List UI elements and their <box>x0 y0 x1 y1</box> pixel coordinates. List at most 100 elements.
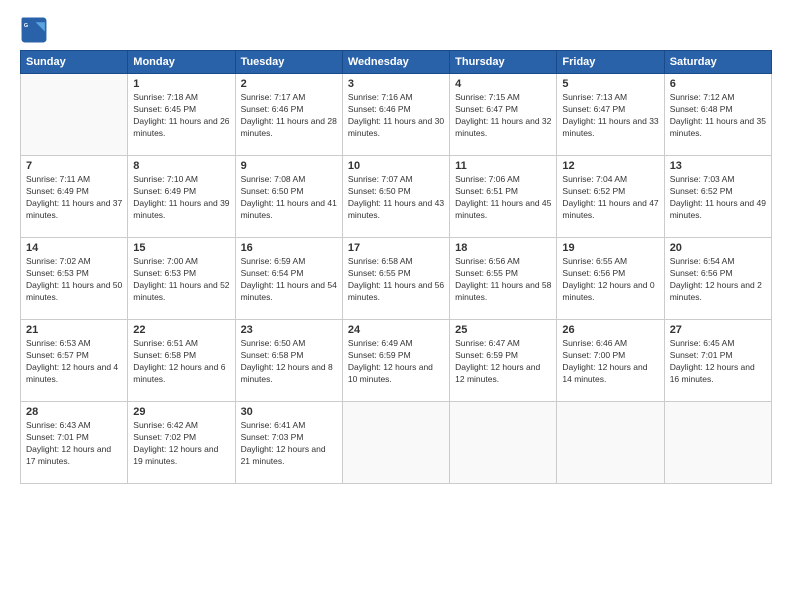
table-row: 15 Sunrise: 7:00 AMSunset: 6:53 PMDayligh… <box>128 238 235 320</box>
table-row <box>450 402 557 484</box>
day-number: 29 <box>133 406 229 418</box>
header-wednesday: Wednesday <box>342 51 449 74</box>
day-info: Sunrise: 6:50 AMSunset: 6:58 PMDaylight:… <box>241 338 337 386</box>
table-row: 16 Sunrise: 6:59 AMSunset: 6:54 PMDayligh… <box>235 238 342 320</box>
header-saturday: Saturday <box>664 51 771 74</box>
calendar-week-row: 21 Sunrise: 6:53 AMSunset: 6:57 PMDayligh… <box>21 320 772 402</box>
day-info: Sunrise: 6:59 AMSunset: 6:54 PMDaylight:… <box>241 256 337 304</box>
table-row: 22 Sunrise: 6:51 AMSunset: 6:58 PMDayligh… <box>128 320 235 402</box>
header: G <box>20 16 772 44</box>
day-number: 25 <box>455 324 551 336</box>
day-info: Sunrise: 6:42 AMSunset: 7:02 PMDaylight:… <box>133 420 229 468</box>
table-row: 17 Sunrise: 6:58 AMSunset: 6:55 PMDayligh… <box>342 238 449 320</box>
day-info: Sunrise: 6:51 AMSunset: 6:58 PMDaylight:… <box>133 338 229 386</box>
table-row: 12 Sunrise: 7:04 AMSunset: 6:52 PMDayligh… <box>557 156 664 238</box>
day-info: Sunrise: 6:49 AMSunset: 6:59 PMDaylight:… <box>348 338 444 386</box>
day-number: 14 <box>26 242 122 254</box>
table-row: 4Sunrise: 7:15 AMSunset: 6:47 PMDaylight… <box>450 74 557 156</box>
page: G Sunday Monday Tuesday Wednesday Thursd… <box>0 0 792 612</box>
day-number: 16 <box>241 242 337 254</box>
logo-icon: G <box>20 16 48 44</box>
day-info: Sunrise: 7:00 AMSunset: 6:53 PMDaylight:… <box>133 256 229 304</box>
table-row: 21 Sunrise: 6:53 AMSunset: 6:57 PMDayligh… <box>21 320 128 402</box>
day-number: 30 <box>241 406 337 418</box>
day-number: 19 <box>562 242 658 254</box>
table-row: 2 Sunrise: 7:17 AMSunset: 6:46 PMDaylight… <box>235 74 342 156</box>
table-row: 26 Sunrise: 6:46 AMSunset: 7:00 PMDayligh… <box>557 320 664 402</box>
day-info: Sunrise: 7:17 AMSunset: 6:46 PMDaylight:… <box>241 92 337 140</box>
day-number: 2 <box>241 78 337 90</box>
day-number: 15 <box>133 242 229 254</box>
day-number: 24 <box>348 324 444 336</box>
calendar-week-row: 28 Sunrise: 6:43 AMSunset: 7:01 PMDayligh… <box>21 402 772 484</box>
day-number: 20 <box>670 242 766 254</box>
day-info: Sunrise: 7:03 AMSunset: 6:52 PMDaylight:… <box>670 174 766 222</box>
header-sunday: Sunday <box>21 51 128 74</box>
day-info: Sunrise: 6:53 AMSunset: 6:57 PMDaylight:… <box>26 338 122 386</box>
calendar-header-row: Sunday Monday Tuesday Wednesday Thursday… <box>21 51 772 74</box>
svg-text:G: G <box>24 23 28 29</box>
day-info: Sunrise: 7:08 AMSunset: 6:50 PMDaylight:… <box>241 174 337 222</box>
day-info: Sunrise: 7:02 AMSunset: 6:53 PMDaylight:… <box>26 256 122 304</box>
day-number: 13 <box>670 160 766 172</box>
day-info: Sunrise: 7:04 AMSunset: 6:52 PMDaylight:… <box>562 174 658 222</box>
calendar-week-row: 7Sunrise: 7:11 AMSunset: 6:49 PMDaylight… <box>21 156 772 238</box>
day-number: 1 <box>133 78 229 90</box>
day-info: Sunrise: 7:15 AMSunset: 6:47 PMDaylight:… <box>455 92 551 140</box>
table-row: 29 Sunrise: 6:42 AMSunset: 7:02 PMDayligh… <box>128 402 235 484</box>
day-number: 5 <box>562 78 658 90</box>
day-info: Sunrise: 7:06 AMSunset: 6:51 PMDaylight:… <box>455 174 551 222</box>
table-row: 20 Sunrise: 6:54 AMSunset: 6:56 PMDayligh… <box>664 238 771 320</box>
table-row: 1 Sunrise: 7:18 AMSunset: 6:45 PMDaylight… <box>128 74 235 156</box>
table-row: 24 Sunrise: 6:49 AMSunset: 6:59 PMDayligh… <box>342 320 449 402</box>
day-number: 17 <box>348 242 444 254</box>
table-row: 7Sunrise: 7:11 AMSunset: 6:49 PMDaylight… <box>21 156 128 238</box>
day-info: Sunrise: 7:18 AMSunset: 6:45 PMDaylight:… <box>133 92 229 140</box>
day-number: 7 <box>26 160 122 172</box>
logo: G <box>20 16 52 44</box>
day-number: 11 <box>455 160 551 172</box>
table-row <box>21 74 128 156</box>
calendar-table: Sunday Monday Tuesday Wednesday Thursday… <box>20 50 772 484</box>
day-info: Sunrise: 6:54 AMSunset: 6:56 PMDaylight:… <box>670 256 766 304</box>
day-number: 3 <box>348 78 444 90</box>
header-friday: Friday <box>557 51 664 74</box>
header-monday: Monday <box>128 51 235 74</box>
day-info: Sunrise: 6:45 AMSunset: 7:01 PMDaylight:… <box>670 338 766 386</box>
day-number: 28 <box>26 406 122 418</box>
table-row: 3 Sunrise: 7:16 AMSunset: 6:46 PMDaylight… <box>342 74 449 156</box>
day-number: 21 <box>26 324 122 336</box>
day-info: Sunrise: 7:10 AMSunset: 6:49 PMDaylight:… <box>133 174 229 222</box>
day-info: Sunrise: 6:56 AMSunset: 6:55 PMDaylight:… <box>455 256 551 304</box>
day-info: Sunrise: 6:46 AMSunset: 7:00 PMDaylight:… <box>562 338 658 386</box>
day-number: 12 <box>562 160 658 172</box>
day-info: Sunrise: 6:43 AMSunset: 7:01 PMDaylight:… <box>26 420 122 468</box>
table-row: 30 Sunrise: 6:41 AMSunset: 7:03 PMDayligh… <box>235 402 342 484</box>
table-row: 25Sunrise: 6:47 AMSunset: 6:59 PMDayligh… <box>450 320 557 402</box>
day-number: 18 <box>455 242 551 254</box>
day-info: Sunrise: 7:07 AMSunset: 6:50 PMDaylight:… <box>348 174 444 222</box>
table-row: 8Sunrise: 7:10 AMSunset: 6:49 PMDaylight… <box>128 156 235 238</box>
table-row <box>342 402 449 484</box>
day-number: 26 <box>562 324 658 336</box>
day-info: Sunrise: 6:41 AMSunset: 7:03 PMDaylight:… <box>241 420 337 468</box>
table-row: 28 Sunrise: 6:43 AMSunset: 7:01 PMDayligh… <box>21 402 128 484</box>
calendar-week-row: 1 Sunrise: 7:18 AMSunset: 6:45 PMDaylight… <box>21 74 772 156</box>
table-row: 5 Sunrise: 7:13 AMSunset: 6:47 PMDaylight… <box>557 74 664 156</box>
table-row: 6Sunrise: 7:12 AMSunset: 6:48 PMDaylight… <box>664 74 771 156</box>
table-row: 23 Sunrise: 6:50 AMSunset: 6:58 PMDayligh… <box>235 320 342 402</box>
table-row: 14 Sunrise: 7:02 AMSunset: 6:53 PMDayligh… <box>21 238 128 320</box>
day-number: 23 <box>241 324 337 336</box>
day-info: Sunrise: 7:13 AMSunset: 6:47 PMDaylight:… <box>562 92 658 140</box>
table-row: 10Sunrise: 7:07 AMSunset: 6:50 PMDayligh… <box>342 156 449 238</box>
day-info: Sunrise: 6:58 AMSunset: 6:55 PMDaylight:… <box>348 256 444 304</box>
day-number: 27 <box>670 324 766 336</box>
day-number: 22 <box>133 324 229 336</box>
day-info: Sunrise: 7:16 AMSunset: 6:46 PMDaylight:… <box>348 92 444 140</box>
table-row: 19Sunrise: 6:55 AMSunset: 6:56 PMDayligh… <box>557 238 664 320</box>
table-row <box>664 402 771 484</box>
calendar-week-row: 14 Sunrise: 7:02 AMSunset: 6:53 PMDayligh… <box>21 238 772 320</box>
table-row: 11 Sunrise: 7:06 AMSunset: 6:51 PMDayligh… <box>450 156 557 238</box>
day-number: 6 <box>670 78 766 90</box>
header-tuesday: Tuesday <box>235 51 342 74</box>
